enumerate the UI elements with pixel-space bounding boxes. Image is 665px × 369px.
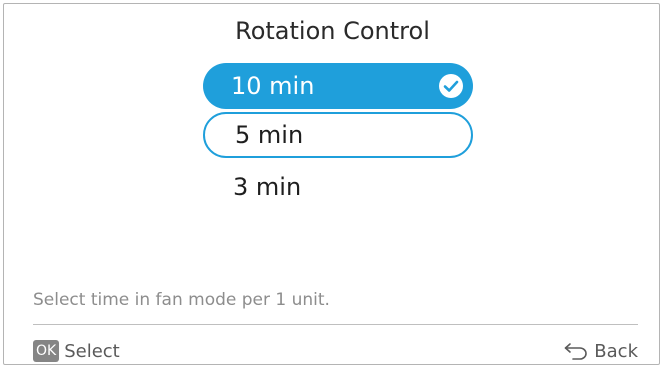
option-3-min[interactable]: 3 min xyxy=(203,164,473,210)
back-button[interactable]: Back xyxy=(564,339,638,363)
option-label: 5 min xyxy=(235,121,304,149)
select-action[interactable]: OK Select xyxy=(33,339,120,363)
option-5-min[interactable]: 5 min xyxy=(203,112,473,158)
check-circle-icon xyxy=(439,74,463,98)
option-label: 10 min xyxy=(231,72,315,100)
option-label: 3 min xyxy=(233,173,302,201)
page-title: Rotation Control xyxy=(235,17,430,45)
back-arrow-icon xyxy=(564,343,588,360)
footer-divider xyxy=(33,324,638,325)
hint-text: Select time in fan mode per 1 unit. xyxy=(33,290,330,310)
option-10-min[interactable]: 10 min xyxy=(203,63,473,109)
select-label: Select xyxy=(64,340,120,362)
back-label: Back xyxy=(594,340,638,362)
ok-badge: OK xyxy=(33,340,60,362)
